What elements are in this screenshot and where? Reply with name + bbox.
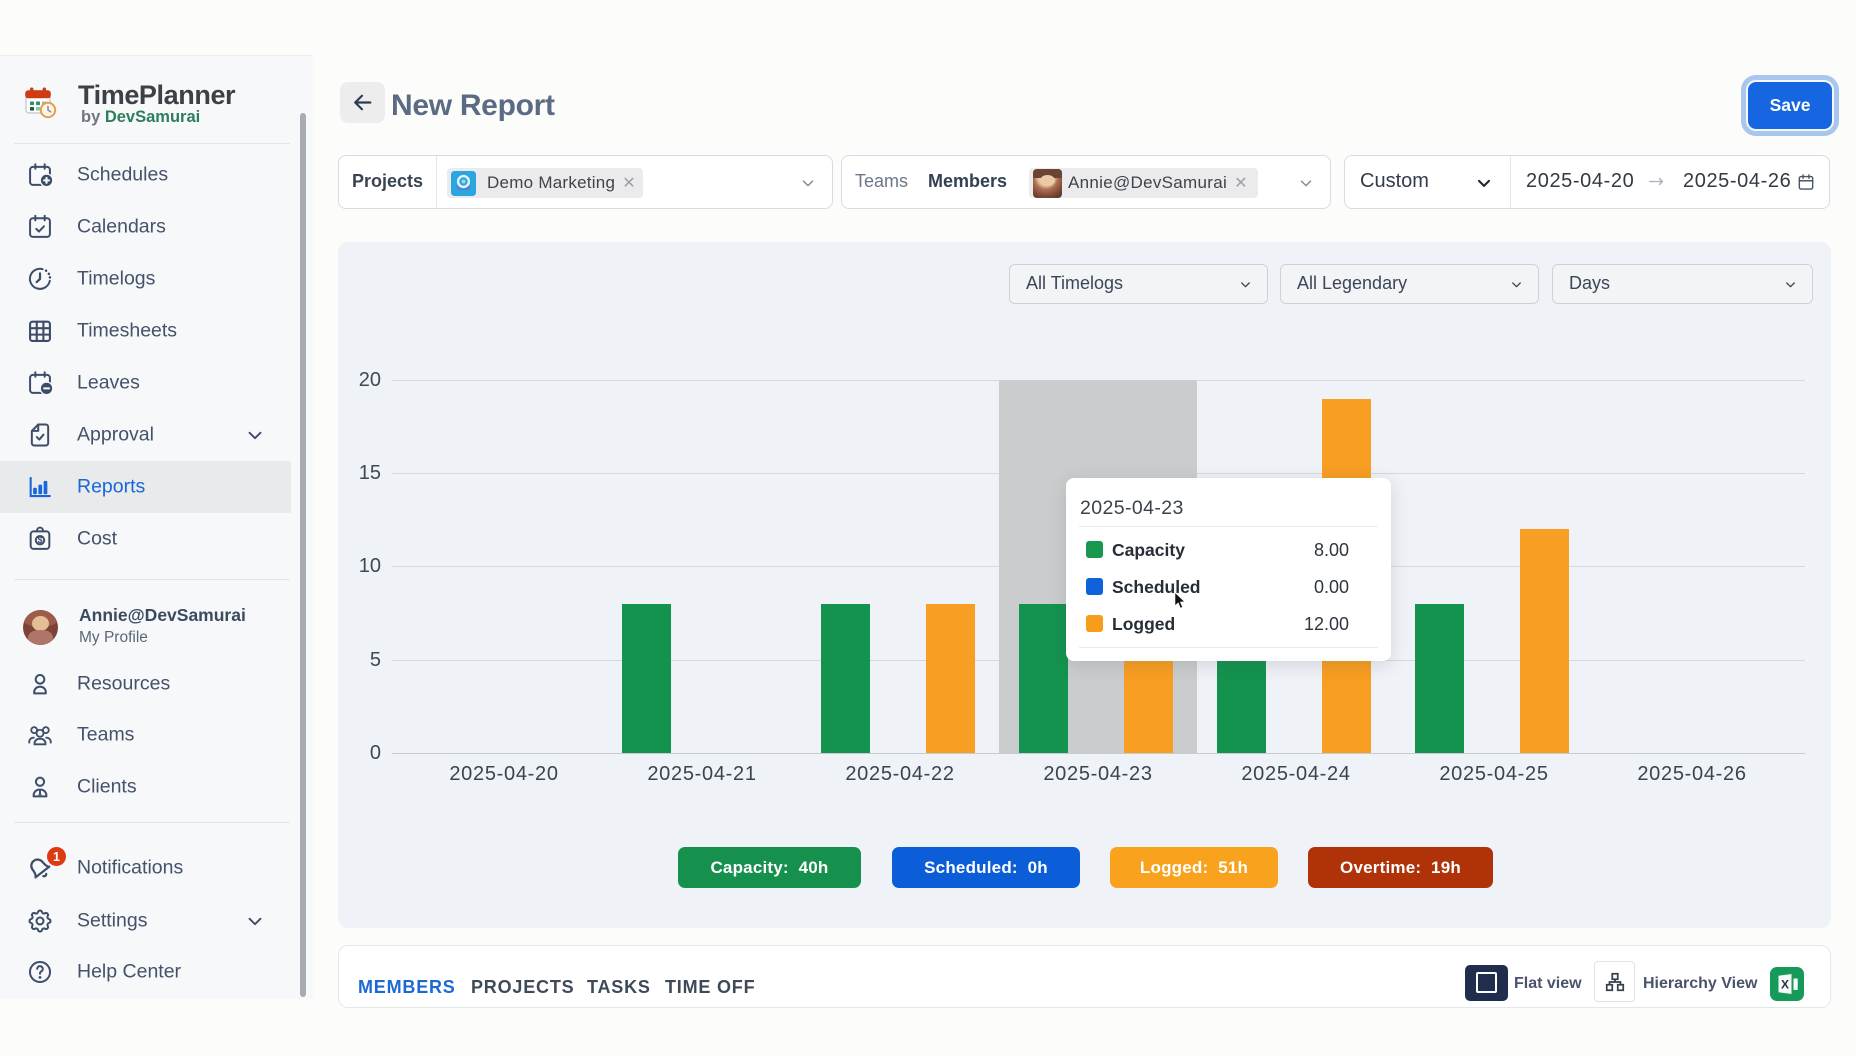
svg-text:$: $ (38, 535, 43, 545)
svg-text:X: X (1781, 978, 1789, 992)
